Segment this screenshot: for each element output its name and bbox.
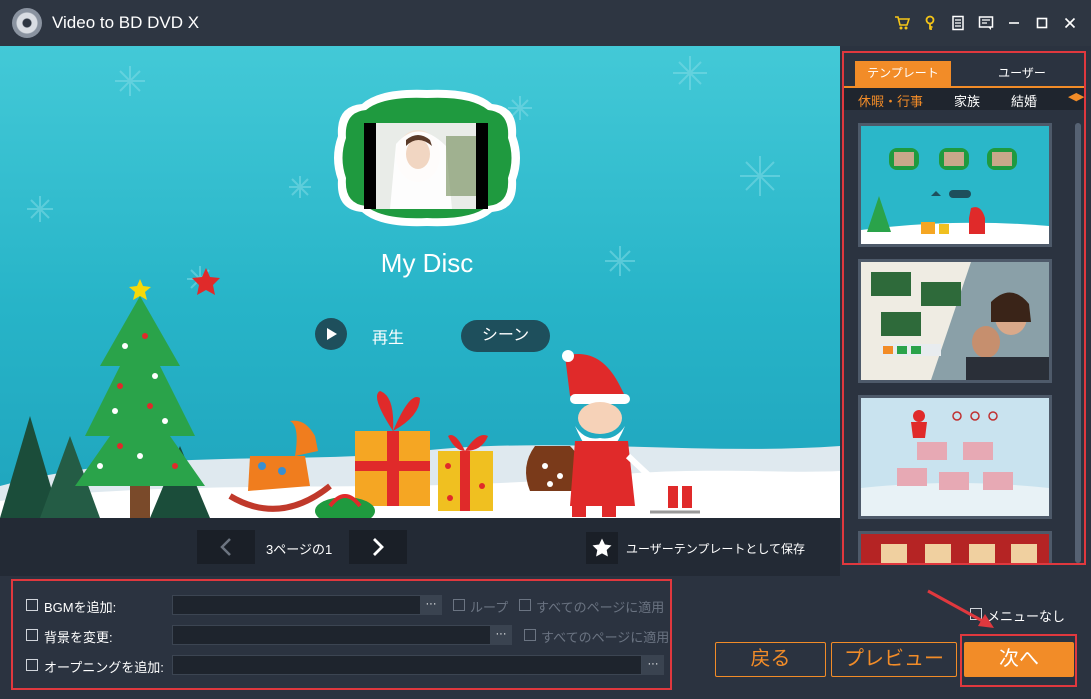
disc-title[interactable]: My Disc (327, 248, 527, 279)
category-wedding[interactable]: 結婚 (1011, 91, 1037, 110)
bgm-label: BGMを追加: (44, 600, 117, 615)
background-label: 背景を変更: (44, 630, 113, 645)
key-icon[interactable] (919, 12, 941, 34)
app-window: Video to BD DVD X My Disc 再生 シーン 3ページの1 … (0, 0, 1091, 699)
template-panel: テンプレート ユーザー 休暇・行事 家族 結婚 ◀ ▶ (842, 51, 1086, 565)
photo-frame (334, 89, 520, 227)
save-user-template-button[interactable] (586, 532, 618, 564)
page-indicator: 3ページの1 (266, 542, 333, 557)
previous-page-button[interactable] (197, 530, 255, 564)
chevron-left-icon (220, 538, 231, 556)
category-scroll-right-icon[interactable]: ▶ (1076, 90, 1084, 103)
background-checkbox[interactable] (26, 629, 38, 641)
template-thumbnail-christmas-pink[interactable] (858, 395, 1052, 519)
bgm-apply-all-label: すべてのページに適用 (536, 600, 665, 615)
template-scrollbar-thumb[interactable] (1075, 123, 1081, 563)
app-logo-icon (12, 8, 42, 38)
category-holiday[interactable]: 休暇・行事 (858, 91, 923, 110)
back-button[interactable]: 戻る (715, 642, 826, 677)
scene-button[interactable]: シーン (461, 320, 550, 352)
star-icon (592, 538, 612, 557)
menu-options-panel: BGMを追加: ··· ループ すべてのページに適用 背景を変更: ··· すべ… (11, 579, 672, 690)
play-icon (327, 328, 337, 340)
preview-button[interactable]: プレビュー (831, 642, 957, 677)
opening-browse-button[interactable]: ··· (642, 655, 664, 675)
cart-icon[interactable] (891, 12, 913, 34)
menu-preview: My Disc 再生 シーン (0, 46, 840, 518)
template-thumbnail-christmas-teal[interactable] (858, 123, 1052, 247)
bgm-browse-button[interactable]: ··· (420, 595, 442, 615)
opening-checkbox[interactable] (26, 659, 38, 671)
bgm-loop-label: ループ (470, 600, 509, 615)
tab-templates[interactable]: テンプレート (855, 61, 951, 86)
chevron-right-icon (373, 538, 384, 556)
template-thumbnail-family-photo[interactable] (858, 259, 1052, 383)
template-scrollbar[interactable] (1075, 123, 1081, 563)
close-icon[interactable] (1059, 12, 1081, 34)
title-bar: Video to BD DVD X (0, 0, 1091, 46)
next-button[interactable]: 次へ (964, 642, 1074, 677)
background-path-field[interactable] (172, 625, 492, 645)
gift-boxes (315, 391, 493, 518)
next-page-button[interactable] (349, 530, 407, 564)
background-browse-button[interactable]: ··· (490, 625, 512, 645)
opening-path-field[interactable] (172, 655, 642, 675)
bgm-checkbox[interactable] (26, 599, 38, 611)
christmas-tree (75, 279, 205, 518)
page-navigation-bar: 3ページの1 ユーザーテンプレートとして保存 (0, 518, 840, 576)
feedback-icon[interactable] (975, 12, 997, 34)
category-bar: 休暇・行事 家族 結婚 ◀ ▶ (844, 88, 1084, 110)
document-icon[interactable] (947, 12, 969, 34)
christmas-background-illustration (0, 56, 840, 518)
tab-user[interactable]: ユーザー (974, 61, 1070, 86)
template-thumbnail-red[interactable] (858, 531, 1052, 563)
bgm-apply-all-checkbox[interactable] (519, 599, 531, 611)
save-user-template-label[interactable]: ユーザーテンプレートとして保存 (626, 540, 805, 557)
minimize-icon[interactable] (1003, 12, 1025, 34)
maximize-icon[interactable] (1031, 12, 1053, 34)
opening-label: オープニングを追加: (44, 660, 164, 675)
app-title: Video to BD DVD X (52, 13, 200, 32)
play-button[interactable] (315, 318, 347, 350)
bgm-loop-checkbox[interactable] (453, 599, 465, 611)
title-bar-controls (891, 12, 1081, 34)
background-apply-all-checkbox[interactable] (524, 629, 536, 641)
background-apply-all-label: すべてのページに適用 (541, 630, 670, 645)
bgm-path-field[interactable] (172, 595, 422, 615)
no-menu-checkbox[interactable] (970, 608, 982, 620)
play-label[interactable]: 再生 (372, 324, 404, 348)
no-menu-label: メニューなし (987, 609, 1066, 624)
category-family[interactable]: 家族 (954, 91, 980, 110)
